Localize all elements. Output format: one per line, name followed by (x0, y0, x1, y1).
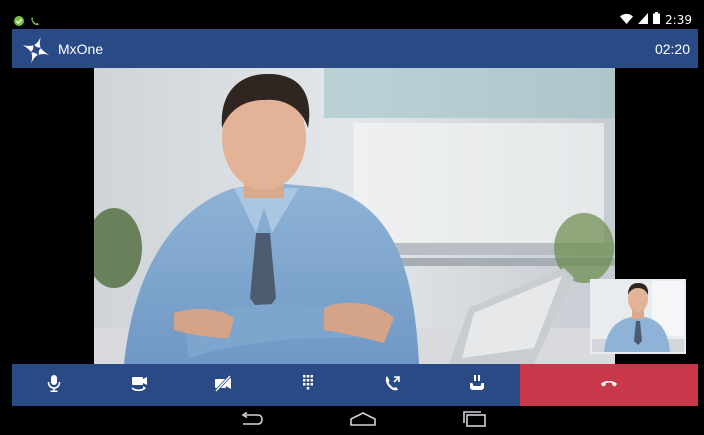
mute-button[interactable] (12, 364, 97, 406)
status-time: 2:39 (665, 12, 692, 27)
camera-switch-icon (129, 373, 149, 398)
remote-video (94, 68, 615, 364)
home-button[interactable] (343, 410, 383, 432)
recent-apps-button[interactable] (455, 410, 495, 432)
dialpad-icon (298, 373, 318, 398)
hangup-icon (599, 373, 619, 398)
video-off-icon (213, 373, 233, 398)
back-icon (239, 411, 263, 431)
call-transfer-icon (383, 373, 403, 398)
signal-icon (638, 12, 649, 27)
switch-camera-button[interactable] (97, 364, 182, 406)
call-timer: 02:20 (654, 41, 690, 57)
end-call-button[interactable] (519, 364, 698, 406)
transfer-button[interactable] (350, 364, 435, 406)
app-bar: MxOne 02:20 (12, 29, 698, 68)
call-controls-bar (12, 364, 698, 406)
mxone-logo-icon (20, 34, 52, 66)
status-bar: 2:39 (12, 10, 698, 29)
recent-apps-icon (463, 410, 487, 432)
system-navigation-bar (12, 406, 698, 435)
self-view-video[interactable] (590, 279, 686, 354)
video-off-button[interactable] (181, 364, 266, 406)
app-title: MxOne (58, 41, 104, 57)
home-icon (350, 411, 376, 431)
back-button[interactable] (231, 410, 271, 432)
video-area (12, 68, 698, 364)
app-window: 2:39 MxOne 02:20 (0, 0, 704, 435)
hold-button[interactable] (435, 364, 520, 406)
hold-icon (467, 373, 487, 398)
dialpad-button[interactable] (266, 364, 351, 406)
battery-icon (653, 12, 661, 27)
wifi-icon (620, 13, 634, 27)
microphone-icon (44, 373, 64, 398)
